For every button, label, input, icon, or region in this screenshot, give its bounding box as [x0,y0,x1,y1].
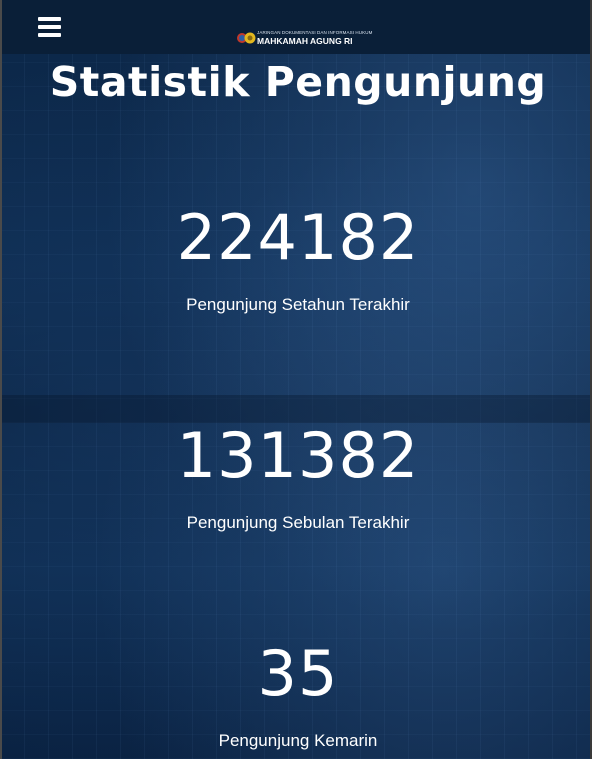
stat-value: 131382 [176,419,420,492]
site-logo[interactable]: JARINGAN DOKUMENTASI DAN INFORMASI HUKUM… [236,27,372,49]
hamburger-line [38,33,61,37]
stat-label: Pengunjung Sebulan Terakhir [186,513,410,532]
logo-title: MAHKAMAH AGUNG RI [257,36,353,46]
stat-value: 35 [257,637,339,710]
hamburger-line [38,17,61,21]
statistics-section: Statistik Pengunjung 224182 Pengunjung S… [0,0,592,759]
hamburger-menu-button[interactable] [38,17,61,37]
jdih-emblem-icon [237,32,256,44]
window-frame-left [0,0,2,759]
hamburger-line [38,25,61,29]
stat-label: Pengunjung Setahun Terakhir [186,295,410,314]
logo-subtitle: JARINGAN DOKUMENTASI DAN INFORMASI HUKUM [257,30,373,35]
stat-label: Pengunjung Kemarin [218,731,378,750]
top-navigation-bar: JARINGAN DOKUMENTASI DAN INFORMASI HUKUM… [0,0,592,54]
page-title: Statistik Pengunjung [49,58,547,106]
stat-value: 224182 [176,201,420,274]
